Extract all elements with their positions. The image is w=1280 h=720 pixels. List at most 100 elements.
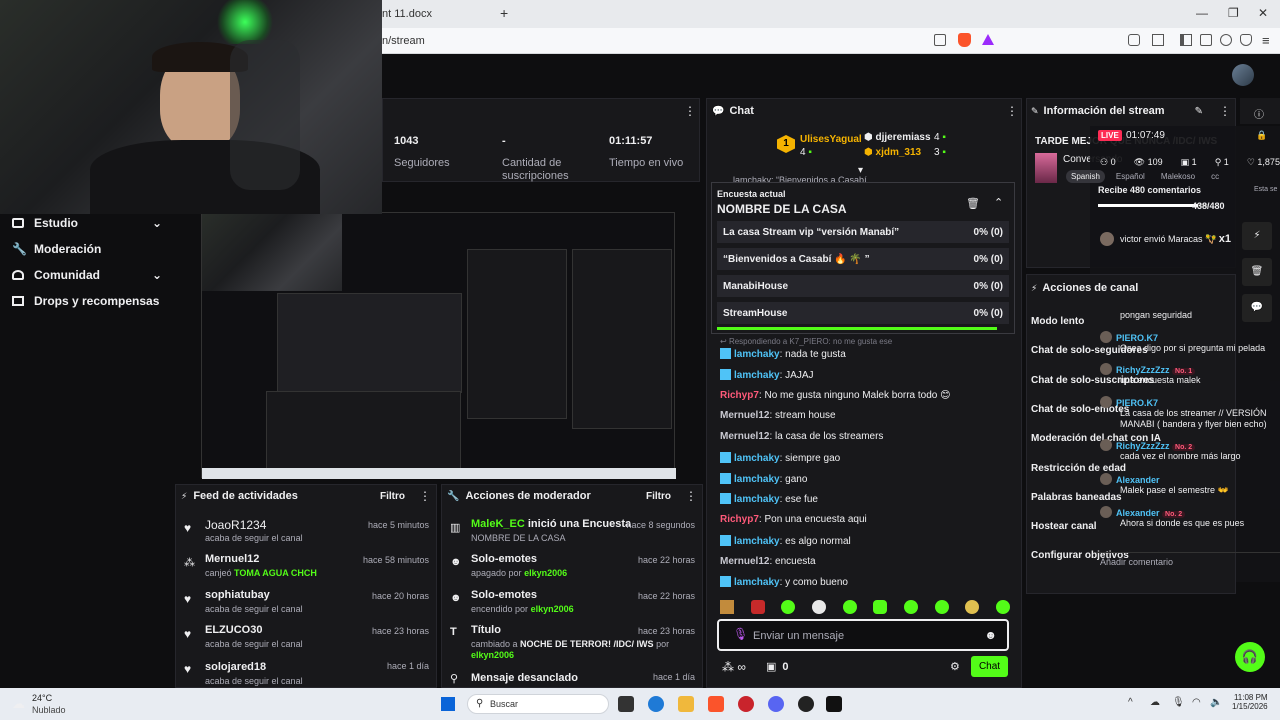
stats-menu-icon[interactable]: ⋮ — [684, 104, 696, 118]
lock-icon[interactable]: 🔒 — [1256, 130, 1267, 141]
bolt-icon[interactable]: ⚡ — [1242, 222, 1272, 250]
sidebar-item-drops[interactable]: Drops y recompensas — [12, 288, 162, 314]
share-icon[interactable] — [934, 34, 946, 46]
chat-username[interactable]: lamchaky — [734, 453, 780, 464]
windows-start-icon[interactable] — [441, 697, 455, 711]
weather-temp[interactable]: 24°C — [32, 693, 52, 703]
window-minimize-button[interactable]: — — [1196, 6, 1208, 20]
app-icon[interactable] — [738, 696, 754, 712]
channel-action-item[interactable]: Modo lento — [1031, 316, 1084, 332]
url-text[interactable]: n/stream — [382, 35, 425, 47]
brave-shield-icon[interactable] — [958, 33, 971, 47]
sidebar-item-moderation[interactable]: 🔧 Moderación — [12, 236, 162, 262]
browser-tab-title[interactable]: nt 11.docx — [382, 8, 432, 20]
chat-username[interactable]: lamchaky — [734, 577, 780, 588]
commenter-name[interactable]: Alexander — [1116, 508, 1160, 518]
gifter-name[interactable]: ⬢ djjeremiass — [864, 132, 931, 143]
emote-icon[interactable] — [965, 600, 980, 614]
reader-icon[interactable] — [1152, 34, 1164, 46]
poll-option[interactable]: StreamHouse 0% (0) — [717, 302, 1009, 324]
window-maximize-button[interactable]: ❐ — [1228, 6, 1239, 20]
stream-preview[interactable] — [175, 186, 703, 480]
poll-option[interactable]: “Bienvenidos a Casabí 🔥 🌴 ” 0% (0) — [717, 248, 1009, 270]
mod-menu-icon[interactable]: ⋮ — [685, 489, 697, 503]
file-explorer-icon[interactable] — [678, 696, 694, 712]
activity-filter-button[interactable]: Filtro — [380, 491, 405, 502]
sidebar-toggle-icon[interactable] — [1180, 34, 1192, 46]
tag-chip[interactable]: Malekoso — [1156, 170, 1200, 183]
edge-icon[interactable] — [648, 696, 664, 712]
emote-icon[interactable] — [750, 600, 765, 614]
stream-info-menu-icon[interactable]: ⋮ — [1219, 104, 1231, 118]
chat-bubble-icon[interactable]: 💬 — [1242, 294, 1272, 322]
emote-icon[interactable] — [811, 600, 826, 614]
task-view-icon[interactable] — [618, 696, 634, 712]
points-icon[interactable]: ⁂ ∞ — [722, 660, 746, 674]
edit-icon[interactable]: ✎ — [1195, 106, 1203, 117]
tiktok-icon[interactable] — [826, 696, 842, 712]
chat-username[interactable]: lamchaky — [734, 536, 780, 547]
tag-chip[interactable]: Español — [1111, 170, 1150, 183]
channel-points[interactable]: ▣ 0 — [766, 660, 789, 674]
emote-icon[interactable] — [903, 600, 918, 614]
emote-icon[interactable] — [720, 600, 734, 614]
tag-chip[interactable]: Spanish — [1066, 170, 1105, 183]
chat-input[interactable]: 🎙 Enviar un mensaje ☻ — [717, 619, 1009, 651]
commenter-name[interactable]: RichyZzzZzz — [1116, 365, 1170, 375]
info-icon[interactable]: ⓘ — [1254, 106, 1264, 121]
emote-icon[interactable] — [995, 600, 1010, 614]
chat-username[interactable]: Richyp7 — [720, 514, 759, 525]
sidebar-item-community[interactable]: Comunidad ⌄ — [12, 262, 162, 288]
vpn-icon[interactable] — [1240, 34, 1252, 46]
send-chat-button[interactable]: Chat — [971, 656, 1008, 677]
chat-username[interactable]: Mernuel12 — [720, 556, 769, 567]
extensions-icon[interactable] — [1128, 34, 1140, 46]
chat-username[interactable]: lamchaky — [734, 474, 780, 485]
commenter-name[interactable]: PIERO.K7 — [1116, 333, 1158, 343]
channel-action-item[interactable]: Hostear canal — [1031, 521, 1097, 537]
chevron-up-icon[interactable]: ⌃ — [994, 196, 1003, 209]
chat-menu-icon[interactable]: ⋮ — [1006, 104, 1018, 118]
emoji-icon[interactable]: ☻ — [984, 628, 997, 642]
window-close-button[interactable]: ✕ — [1258, 6, 1268, 20]
volume-icon[interactable]: 🔈 — [1210, 697, 1222, 708]
poll-option[interactable]: ManabiHouse 0% (0) — [717, 275, 1009, 297]
poll-option[interactable]: La casa Stream vip “versión Manabí” 0% (0… — [717, 221, 1009, 243]
commenter-name[interactable]: Alexander — [1116, 475, 1160, 485]
emote-icon[interactable] — [781, 600, 796, 614]
mod-filter-button[interactable]: Filtro — [646, 491, 671, 502]
mic-icon[interactable]: 🎙 — [1172, 697, 1185, 708]
chat-username[interactable]: Richyp7 — [720, 390, 759, 401]
menu-icon[interactable]: ≡ — [1262, 33, 1270, 48]
settings-gear-icon[interactable]: ⚙ — [950, 660, 960, 673]
taskbar-search[interactable]: ⚲ Buscar — [467, 694, 609, 714]
chat-username[interactable]: lamchaky — [734, 349, 780, 360]
network-icon[interactable]: ☁ — [1150, 697, 1160, 708]
commenter-name[interactable]: RichyZzzZzz — [1116, 441, 1170, 451]
new-tab-button[interactable]: + — [500, 5, 508, 21]
leo-icon[interactable] — [1220, 34, 1232, 46]
wifi-icon[interactable]: ◠ — [1192, 697, 1201, 708]
emote-icon[interactable] — [842, 600, 857, 614]
gifter-name[interactable]: UlisesYagual — [800, 134, 862, 145]
category-thumbnail[interactable] — [1035, 153, 1057, 183]
activity-menu-icon[interactable]: ⋮ — [419, 489, 431, 503]
mic-icon[interactable]: 🎙 — [733, 627, 748, 641]
emote-icon[interactable] — [873, 600, 888, 614]
taskbar-clock[interactable]: 11:08 PM 1/15/2026 — [1232, 693, 1268, 711]
brave-rewards-icon[interactable] — [982, 34, 994, 45]
wallet-icon[interactable] — [1200, 34, 1212, 46]
chat-username[interactable]: Mernuel12 — [720, 410, 769, 421]
tag-chip[interactable]: cc — [1206, 170, 1224, 183]
obs-icon[interactable] — [798, 696, 814, 712]
support-button[interactable]: 🎧 — [1235, 642, 1265, 672]
gifter-name[interactable]: ⬢ xjdm_313 — [864, 147, 921, 158]
chat-username[interactable]: Mernuel12 — [720, 431, 769, 442]
chat-username[interactable]: lamchaky — [734, 370, 780, 381]
discord-icon[interactable] — [768, 696, 784, 712]
chat-username[interactable]: lamchaky — [734, 494, 780, 505]
emote-icon[interactable] — [934, 600, 949, 614]
weather-icon[interactable]: ☁ — [12, 696, 25, 712]
user-avatar[interactable] — [1232, 64, 1254, 86]
commenter-name[interactable]: PIERO.K7 — [1116, 398, 1158, 408]
